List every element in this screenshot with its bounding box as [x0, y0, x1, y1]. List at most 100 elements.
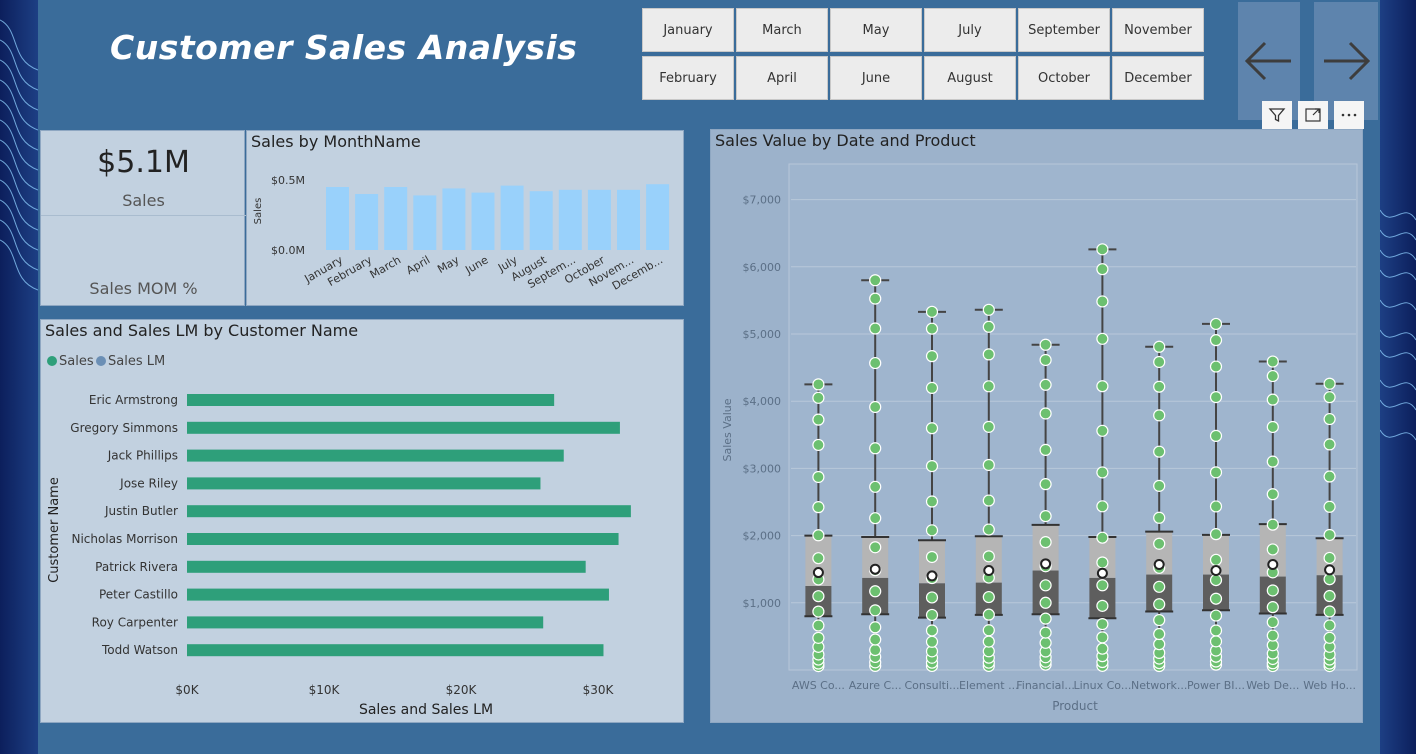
- box-mean-marker: [1096, 567, 1108, 579]
- box-point: [1039, 636, 1052, 649]
- month-bar[interactable]: [617, 189, 640, 250]
- box-point: [1153, 613, 1166, 627]
- box-point: [982, 458, 995, 472]
- box-point: [1209, 573, 1223, 587]
- box-point: [925, 322, 939, 335]
- box-point: [1039, 338, 1052, 351]
- month-x-tick: April: [404, 253, 432, 277]
- box-point: [1039, 579, 1052, 592]
- month-button-april[interactable]: April: [736, 56, 828, 100]
- month-bar[interactable]: [413, 195, 437, 250]
- sales-bar[interactable]: [187, 533, 619, 545]
- box-point: [1153, 445, 1166, 458]
- box-point: [1096, 332, 1109, 345]
- box-point: [982, 624, 995, 637]
- sales-by-month-visual[interactable]: Sales by MonthName Sales $0.0M $0.5M Janu…: [246, 130, 684, 306]
- month-button-february[interactable]: February: [642, 56, 734, 100]
- box-point: [1323, 500, 1336, 513]
- box-point: [1096, 631, 1109, 644]
- sales-kpi-value: $5.1M: [97, 145, 190, 180]
- box-point: [1209, 334, 1223, 347]
- month-button-september[interactable]: September: [1018, 8, 1110, 52]
- sales-bar[interactable]: [187, 477, 541, 490]
- box-point: [812, 631, 825, 644]
- box-point: [1266, 455, 1279, 468]
- box-y-tick: $3,000: [743, 462, 782, 475]
- box-point: [1209, 528, 1223, 541]
- customer-label: Roy Carpenter: [92, 615, 178, 629]
- legend-sales-lm[interactable]: Sales LM: [108, 354, 165, 369]
- box-point: [1096, 579, 1109, 592]
- sales-value-box-visual[interactable]: Sales Value by Date and Product $1,000 $2…: [710, 129, 1363, 723]
- box-point: [982, 550, 995, 563]
- sales-kpi-label: Sales: [122, 191, 165, 210]
- month-button-august[interactable]: August: [924, 56, 1016, 100]
- customer-x-tick: $0K: [175, 683, 199, 697]
- sales-bar[interactable]: [187, 394, 555, 406]
- month-button-july[interactable]: July: [924, 8, 1016, 52]
- filter-button[interactable]: [1262, 101, 1292, 129]
- box-point: [925, 495, 939, 508]
- month-button-november[interactable]: November: [1112, 8, 1204, 52]
- box-point: [1096, 500, 1109, 513]
- sales-bar[interactable]: [187, 421, 620, 434]
- month-bar[interactable]: [646, 184, 670, 250]
- box-point: [1153, 409, 1166, 422]
- month-bar[interactable]: [587, 189, 611, 250]
- box-mean-marker: [1153, 558, 1165, 570]
- month-bar[interactable]: [500, 185, 524, 250]
- arrow-left-icon: [1244, 41, 1291, 81]
- month-bar[interactable]: [442, 188, 466, 250]
- customer-label: Jose Riley: [119, 476, 178, 490]
- month-button-december[interactable]: December: [1112, 56, 1204, 100]
- sales-bar[interactable]: [187, 505, 631, 518]
- box-x-tick: Azure C...: [849, 679, 902, 692]
- box-point: [1153, 340, 1166, 353]
- box-point: [812, 552, 825, 565]
- box-point: [812, 438, 825, 452]
- box-point: [869, 356, 882, 370]
- sales-bar[interactable]: [187, 560, 586, 573]
- box-point: [1153, 511, 1166, 524]
- month-button-march[interactable]: March: [736, 8, 828, 52]
- month-button-june[interactable]: June: [830, 56, 922, 100]
- box-point: [812, 619, 825, 632]
- box-point: [1323, 631, 1336, 644]
- legend-sales[interactable]: Sales: [59, 354, 94, 369]
- box-point: [925, 608, 939, 622]
- focus-mode-button[interactable]: [1298, 101, 1328, 129]
- box-point: [1153, 355, 1166, 369]
- sales-by-customer-visual[interactable]: Sales and Sales LM by Customer Name Sale…: [40, 319, 684, 723]
- box-point: [1323, 528, 1336, 542]
- box-point: [1209, 592, 1223, 605]
- month-bar[interactable]: [384, 187, 408, 250]
- box-point: [812, 470, 825, 484]
- sales-bar[interactable]: [187, 616, 544, 629]
- sales-kpi-card[interactable]: $5.1M Sales Sales MOM %: [40, 130, 246, 306]
- box-point: [1323, 470, 1336, 483]
- box-point: [1153, 380, 1166, 393]
- month-bar[interactable]: [355, 194, 379, 250]
- sales-bar[interactable]: [187, 449, 564, 462]
- box-point: [1096, 599, 1109, 612]
- month-bar[interactable]: [471, 192, 495, 250]
- customer-label: Nicholas Morrison: [72, 532, 179, 546]
- box-point: [869, 621, 882, 634]
- box-mean-marker: [983, 565, 995, 577]
- month-button-january[interactable]: January: [642, 8, 734, 52]
- box-point: [1266, 543, 1279, 556]
- sales-bar[interactable]: [187, 588, 609, 601]
- more-options-button[interactable]: [1334, 101, 1364, 129]
- sales-bar[interactable]: [187, 644, 604, 657]
- box-point: [812, 605, 825, 618]
- month-x-tick: March: [368, 253, 404, 281]
- box-point: [1096, 531, 1109, 544]
- month-button-october[interactable]: October: [1018, 56, 1110, 100]
- month-y-tick: $0.0M: [271, 244, 305, 257]
- month-bar[interactable]: [326, 187, 349, 250]
- box-point: [1323, 412, 1336, 426]
- month-bar[interactable]: [529, 191, 553, 250]
- box-x-tick: Web Ho...: [1303, 679, 1356, 692]
- month-button-may[interactable]: May: [830, 8, 922, 52]
- month-bar[interactable]: [558, 189, 582, 250]
